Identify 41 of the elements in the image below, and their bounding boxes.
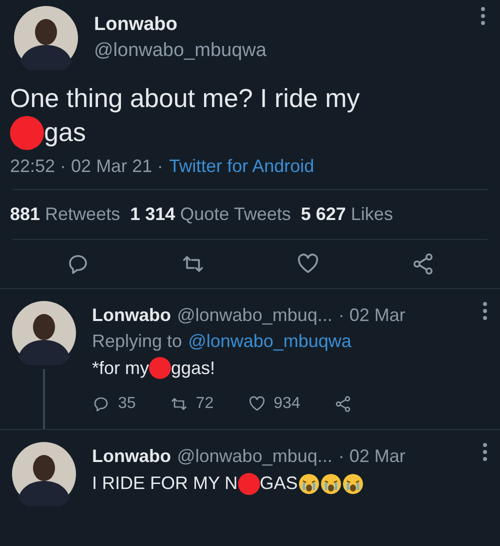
reply-date: · 02 Mar (338, 304, 406, 326)
heart-icon[interactable] (248, 395, 266, 414)
more-icon[interactable] (480, 6, 486, 26)
more-icon[interactable] (482, 300, 488, 321)
crying-emoji-icon (320, 472, 342, 495)
reply-handle[interactable]: @lonwabo_mbuq... (177, 304, 332, 326)
comment-icon[interactable] (92, 395, 110, 414)
reply-author-name[interactable]: Lonwabo (92, 304, 171, 326)
censor-dot (149, 357, 172, 380)
share-icon[interactable] (334, 395, 352, 414)
share-icon[interactable] (410, 252, 434, 276)
stat-text[interactable]: 881 Retweets (10, 204, 120, 225)
reply-handle[interactable]: @lonwabo_mbuq... (177, 446, 332, 468)
crying-emoji-icon (342, 472, 364, 495)
like-count: 934 (274, 395, 300, 414)
tweet-text: I RIDE FOR MY N (92, 472, 238, 496)
mention-link[interactable]: @lonwabo_mbuqwa (188, 330, 352, 352)
tweet-text: gas (44, 116, 86, 149)
source-link[interactable]: Twitter for Android (169, 156, 314, 177)
user-handle[interactable]: @lonwabo_mbuqwa (94, 40, 266, 62)
censor-dot (10, 116, 44, 150)
avatar[interactable] (12, 442, 76, 506)
more-icon[interactable] (482, 442, 488, 462)
tweet-text: *for my (92, 356, 150, 380)
user-name[interactable]: Lonwabo (94, 14, 266, 36)
avatar[interactable] (14, 6, 78, 70)
retweet-count: 72 (196, 395, 214, 414)
tweet-timestamp: 22:52 · 02 Mar 21 · (10, 156, 164, 177)
censor-dot (238, 472, 260, 495)
tweet-text: GAS (260, 472, 298, 496)
tweet-text: ggas! (171, 356, 216, 380)
avatar[interactable] (12, 300, 76, 365)
stat-text[interactable]: 1 314 Quote Tweets (130, 204, 291, 225)
replying-to-label: Replying to (92, 330, 182, 352)
reply-date: · 02 Mar (338, 446, 406, 468)
reply-count: 35 (118, 395, 136, 414)
heart-icon[interactable] (296, 252, 320, 276)
tweet-text: One thing about me? I ride my (10, 82, 360, 115)
crying-emoji-icon (298, 472, 320, 495)
stat-text[interactable]: 5 627 Likes (300, 204, 393, 225)
reply-author-name[interactable]: Lonwabo (92, 446, 171, 468)
